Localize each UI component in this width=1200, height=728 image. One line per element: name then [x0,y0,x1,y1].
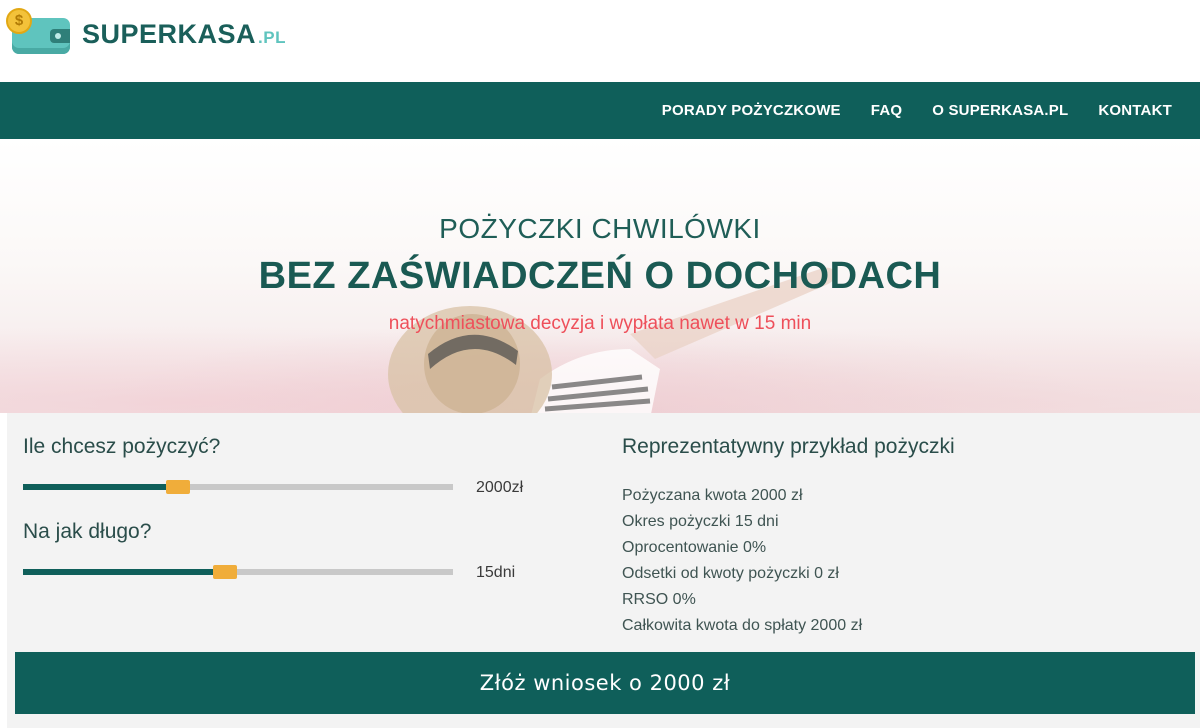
amount-value: 2000zł [476,479,524,496]
main-nav: PORADY POŻYCZKOWE FAQ O SUPERKASA.PL KON… [0,82,1200,139]
example-line-interest: Odsetki od kwoty pożyczki 0 zł [622,565,839,582]
example-line-interest-rate: Oprocentowanie 0% [622,539,767,556]
submit-application-button[interactable]: Złóż wniosek o 2000 zł [15,652,1195,714]
period-question: Na jak długo? [23,520,152,543]
example-line-rrso: RRSO 0% [622,591,696,608]
logo-tld: .PL [258,27,286,47]
loan-calculator: Ile chcesz pożyczyć? 2000zł Na jak długo… [7,413,1200,728]
amount-slider-handle[interactable] [165,480,190,494]
period-value: 15dni [476,564,516,581]
example-title: Reprezentatywny przykład pożyczki [622,435,955,458]
example-list: Pożyczana kwota 2000 zł Okres pożyczki 1… [622,483,862,639]
coin-icon: $ [6,8,32,34]
logo[interactable]: $ SUPERKASA .PL [6,8,286,60]
logo-name: SUPERKASA [82,18,257,49]
hero-title-line1: POŻYCZKI CHWILÓWKI [439,213,761,244]
logo-text: SUPERKASA .PL [82,19,286,50]
site-header: $ SUPERKASA .PL [0,0,1200,82]
nav-item-o-superkasa[interactable]: O SUPERKASA.PL [932,102,1068,119]
example-line-total: Całkowita kwota do spłaty 2000 zł [622,617,863,634]
nav-list: PORADY POŻYCZKOWE FAQ O SUPERKASA.PL KON… [632,82,1172,139]
example-line-amount: Pożyczana kwota 2000 zł [622,487,803,504]
nav-item-faq[interactable]: FAQ [871,102,902,119]
hero-banner: POŻYCZKI CHWILÓWKI BEZ ZAŚWIADCZEŃ O DOC… [0,139,1200,413]
nav-item-porady[interactable]: PORADY POŻYCZKOWE [662,102,841,119]
example-line-period: Okres pożyczki 15 dni [622,513,779,530]
nav-item-kontakt[interactable]: KONTAKT [1098,102,1172,119]
period-slider[interactable] [23,561,453,583]
hero-subtitle: natychmiastowa decyzja i wypłata nawet w… [388,313,812,334]
amount-question: Ile chcesz pożyczyć? [23,435,221,458]
amount-slider-fill [23,484,178,490]
period-slider-handle[interactable] [213,565,238,579]
amount-slider[interactable] [23,476,453,498]
wallet-icon: $ [6,8,72,60]
hero-title-line2: BEZ ZAŚWIADCZEŃ O DOCHODACH [258,255,942,297]
period-slider-fill [23,569,226,575]
